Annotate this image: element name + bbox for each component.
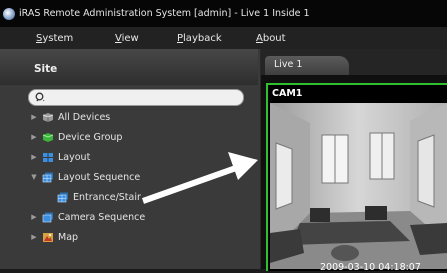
tree-item-camera-sequence[interactable]: ▶ Camera Sequence (30, 208, 145, 226)
expand-arrow-icon[interactable]: ▶ (30, 213, 38, 221)
app-icon (3, 7, 15, 20)
menu-system[interactable]: System (36, 33, 73, 44)
camera-timestamp: 2009-03-10 04:18:07 (320, 262, 421, 273)
camera-title: CAM1 (272, 88, 303, 99)
menu-bar: System View Playback About (0, 27, 447, 49)
tree-item-all-devices[interactable]: ▶ All Devices (30, 108, 110, 126)
camera-feed-image (270, 103, 447, 269)
site-panel-title: Site (34, 63, 58, 75)
tree-item-label: Map (58, 231, 79, 243)
search-input[interactable] (28, 89, 244, 106)
menu-about[interactable]: About (256, 33, 286, 44)
tree-item-label: Device Group (58, 131, 123, 143)
tab-label: Live 1 (274, 59, 303, 70)
expand-arrow-icon[interactable]: ▶ (30, 153, 38, 161)
tree-item-label: All Devices (58, 111, 111, 123)
tree-item-entrance-stair[interactable]: Entrance/Stair (57, 188, 141, 206)
tab-live-1[interactable]: Live 1 (265, 56, 349, 75)
collapse-arrow-icon[interactable]: ▼ (30, 173, 38, 181)
site-panel-header: Site (0, 49, 258, 85)
expand-arrow-icon[interactable]: ▶ (30, 113, 38, 121)
map-icon (43, 232, 53, 242)
tree-item-layout-sequence[interactable]: ▼ Layout Sequence (30, 168, 140, 186)
devices-icon (42, 112, 54, 122)
live-view-area: Live 1 CAM1 2009-03-10 04:18:07 (261, 49, 447, 273)
menu-playback[interactable]: Playback (177, 33, 222, 44)
tab-strip: Live 1 (261, 49, 447, 75)
tree-item-map[interactable]: ▶ Map (30, 228, 78, 246)
camera-sequence-icon (42, 212, 53, 222)
tree-item-label: Camera Sequence (58, 211, 146, 223)
tree-item-label: Layout Sequence (58, 171, 141, 183)
menu-view[interactable]: View (115, 33, 139, 44)
tree-item-label: Layout (58, 151, 91, 163)
device-group-icon (42, 132, 54, 142)
layout-sequence-item-icon (57, 192, 68, 202)
layout-icon (43, 152, 53, 162)
tree-item-label: Entrance/Stair (73, 191, 141, 203)
site-panel: Site ▶ All Devices ▶ Device Group ▶ Layo… (0, 49, 261, 269)
tree-item-device-group[interactable]: ▶ Device Group (30, 128, 122, 146)
expand-arrow-icon[interactable]: ▶ (30, 233, 38, 241)
tree-item-layout[interactable]: ▶ Layout (30, 148, 90, 166)
camera-grid: CAM1 2009-03-10 04:18:07 (261, 75, 447, 273)
expand-arrow-icon[interactable]: ▶ (30, 133, 38, 141)
title-bar: iRAS Remote Administration System [admin… (0, 0, 447, 27)
search-icon[interactable] (35, 92, 46, 103)
camera-tile[interactable]: CAM1 2009-03-10 04:18:07 (266, 83, 447, 273)
window-title: iRAS Remote Administration System [admin… (19, 8, 310, 19)
layout-sequence-icon (42, 172, 53, 182)
